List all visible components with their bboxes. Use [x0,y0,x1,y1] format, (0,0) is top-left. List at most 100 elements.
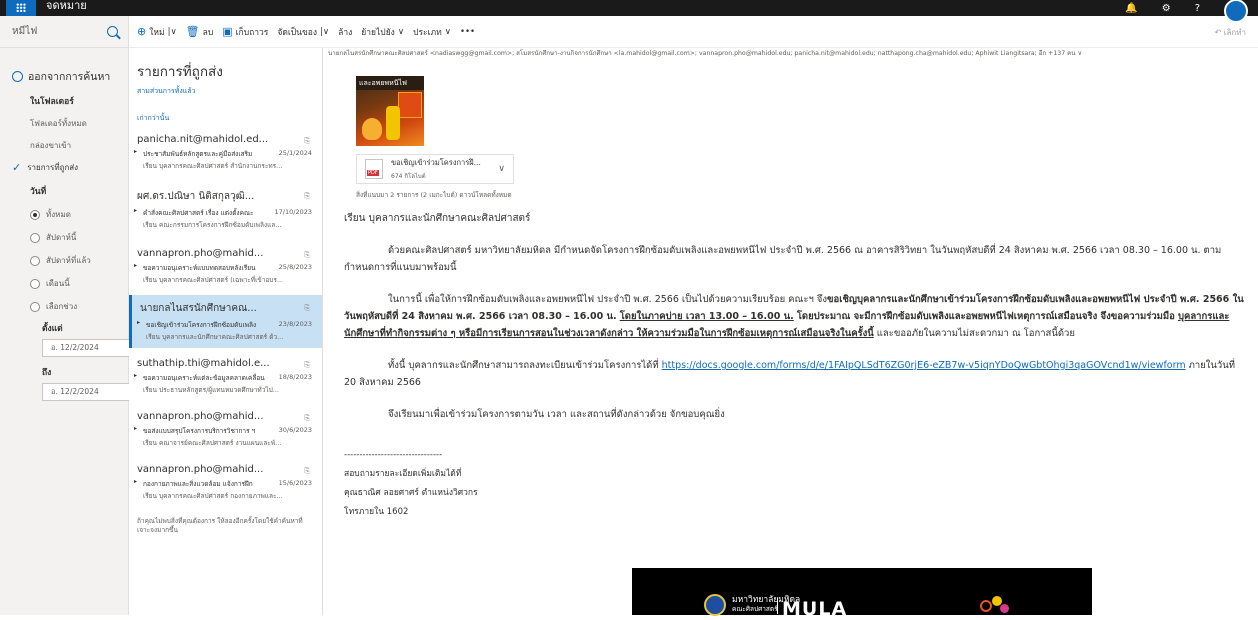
search-hint: ถ้าคุณไม่พบสิ่งที่คุณต้องการ ให้ลองอีกคร… [137,517,303,534]
message-sender: vannapron.pho@mahid... [137,464,264,475]
more-button[interactable]: ••• [460,27,475,37]
new-button[interactable]: ⊕ ใหม่ |∨ [137,25,177,39]
chevron-down-icon[interactable]: |∨ [320,27,329,37]
move-label: ย้ายไปยัง [361,27,395,38]
radio-button[interactable] [30,255,40,266]
message-row[interactable]: suthathip.thi@mahidol.e... ⎘ ขอความอนุเครา… [129,352,322,401]
paragraph-4: จึงเรียนมาเพื่อเข้าร่วมโครงการตามวัน เวล… [388,409,725,420]
message-subject: ขอความอนุเคราะห์แบบทดสอบหลังเรียน [143,264,256,272]
help-icon[interactable]: ? [1195,3,1200,14]
flame-graphic [362,118,382,140]
recipients-line[interactable]: นายกลไนสรนักศึกษาคณะศิลปศาสตร์ <nadiaswg… [328,48,1082,58]
move-to-button[interactable]: ย้ายไปยัง ∨ [361,25,404,39]
poster-header: และอพยพหนีไฟ [356,76,424,90]
message-list: รายการที่ถูกส่ง สามส่วนการทั้งแล้ว เก่าก… [129,48,323,615]
delete-label: ลบ [202,27,214,38]
message-date: 18/8/2023 [278,373,312,381]
archive-button[interactable]: ▣ เก็บถาวร [222,25,268,39]
message-subject-row: คำสั่งคณะศิลปศาสตร์ เรื่อง แต่งตั้งคณะ 17… [134,207,312,218]
paperclip-icon: ⎘ [304,304,310,312]
chevron-down-icon: ∨ [444,26,451,37]
sweep-label: ล้าง [338,27,353,38]
date-option-last-week[interactable]: สัปดาห์ที่แล้ว [30,254,128,267]
search-box[interactable]: หมีไฟ [0,16,128,48]
message-row[interactable]: panicha.nit@mahidol.ed... ⎘ ประชาสัมพันธ์ห… [129,128,322,177]
categories-button[interactable]: ประเภท ∨ [413,25,451,39]
folder-all[interactable]: โฟลเดอร์ทั้งหมด [30,117,128,130]
date-option-label: ทั้งหมด [46,210,71,219]
message-sender: vannapron.pho@mahid... [137,248,264,259]
message-subject-row: ประชาสัมพันธ์หลักสูตรและคู่มือส่งเสริม 25… [134,148,312,159]
message-row[interactable]: นายกลไนสรนักศึกษาคณ... ⎘ ขอเชิญเข้าร่วมโคร… [129,295,322,348]
folder-inbox[interactable]: กล่องขาเข้า [30,139,128,152]
paperclip-icon: ⎘ [304,361,310,369]
message-row[interactable]: vannapron.pho@mahid... ⎘ ขอส่งแบบสรุปโครงก… [129,405,322,454]
registration-link[interactable]: https://docs.google.com/forms/d/e/1FAIpQ… [662,360,1186,371]
date-option-label: สัปดาห์ที่แล้ว [46,256,91,265]
attachment-info[interactable]: สิ่งที่แนบมา 2 รายการ (2 เมกะไบต์) ดาวน์… [356,190,512,200]
chevron-down-icon[interactable]: |∨ [168,27,177,37]
message-sender: vannapron.pho@mahid... [137,411,264,422]
message-subject: คำสั่งคณะศิลปศาสตร์ เรื่อง แต่งตั้งคณะ [143,209,254,217]
undo-button[interactable]: ↶ เลิกทำ [1215,26,1247,39]
message-preview: เรียน บุคลากรคณะศิลปศาสตร์ (เฉพาะที่เข้า… [143,276,284,284]
search-input[interactable]: หมีไฟ [12,24,37,39]
firefighter-graphic [386,106,400,140]
text-run: ในการนี้ เพื่อให้การฝึกซ้อมดับเพลิงและอพ… [388,294,828,305]
underlined-bold-text: โดยในภาคบ่าย เวลา 13.00 – 16.00 น. [619,311,794,322]
message-row[interactable]: ผศ.ดร.ปณิษา นิติสกุลวุฒิ... ⎘ คำสั่งคณะศิล… [129,183,322,236]
bold-text: โดยประมาณ จะมีการฝึกซ้อมดับเพลิงและอพยพห… [796,311,1175,322]
search-filters: ออกจากการค้นหา ในโฟลเดอร์ โฟลเดอร์ทั้งหม… [0,48,132,401]
message-date: 25/8/2023 [278,263,312,271]
message-preview: เรียน ประธานหลักสูตร/ผู้แทนหมวดศึกษาทั่ว… [143,386,279,394]
paperclip-icon: ⎘ [304,251,310,259]
message-preview: เรียน บุคลากรและนักศึกษาคณะศิลปศาสตร์ ด้… [146,333,284,341]
chevron-down-icon[interactable]: ∨ [498,164,505,174]
in-folder-heading: ในโฟลเดอร์ [30,97,74,107]
end-date-field[interactable]: อ. 12/2/2024 [42,383,132,401]
categories-label: ประเภท [413,27,442,38]
undo-label: เลิกทำ [1223,28,1246,37]
message-row[interactable]: vannapron.pho@mahid... ⎘ กองกายภาพและสิ่งแ… [129,458,322,507]
message-subject-row: ขอส่งแบบสรุปโครงการบริการวิชาการ ฯ 30/6/2… [134,425,312,436]
date-option-this-month[interactable]: เดือนนี้ [30,277,128,290]
attachment-card[interactable]: ขอเชิญเข้าร่วมโครงการฝึ... 674 กิโลไบต์ … [356,154,514,184]
date-option-range[interactable]: เลือกช่วง [30,300,128,313]
greeting: เรียน บุคลากรและนักศึกษาคณะศิลปศาสตร์ [344,213,531,224]
radio-button[interactable] [30,209,40,220]
radio-button[interactable] [30,301,40,312]
folder-sent[interactable]: ✓ รายการที่ถูกส่ง [12,161,128,174]
message-sender: panicha.nit@mahidol.ed... [137,134,269,145]
poster-image[interactable]: และอพยพหนีไฟ [356,76,424,146]
categorize-label: จัดเป็นของ [277,27,318,38]
exit-search-button[interactable]: ออกจากการค้นหา [12,68,128,85]
date-option-this-week[interactable]: สัปดาห์นี้ [30,231,128,244]
start-date-label: ตั้งแต่ [42,324,63,334]
attachment-size: 674 กิโลไบต์ [391,173,426,180]
message-date: 30/6/2023 [278,426,312,434]
message-row[interactable]: vannapron.pho@mahid... ⎘ ขอความอนุเคราะห์แ… [129,242,322,291]
radio-button[interactable] [30,232,40,243]
message-date: 23/8/2023 [278,320,312,328]
bell-icon[interactable]: 🔔 [1125,3,1137,14]
message-subject-row: ขอความอนุเคราะห์แต่ละข้อมูลคลาดเคลื่อน 18… [134,372,312,383]
categorize-button[interactable]: จัดเป็นของ |∨ [277,25,329,39]
filter-link[interactable]: สามส่วนการทั้งแล้ว [129,82,322,97]
message-preview: เรียน คณาจารย์คณะศิลปศาสตร์ งานแผนและพั.… [143,439,282,447]
message-subject-row: ขอความอนุเคราะห์แบบทดสอบหลังเรียน 25/8/20… [134,262,312,273]
delete-button[interactable]: 🗑 ลบ [186,25,214,39]
radio-button[interactable] [30,278,40,289]
signature-line-3: โทรภายใน 1602 [344,507,409,517]
message-date: 15/6/2023 [278,479,312,487]
archive-icon: ▣ [222,25,233,38]
sweep-button[interactable]: ล้าง [338,25,352,39]
start-date-field[interactable]: อ. 12/2/2024 [42,339,132,357]
search-icon[interactable] [107,26,118,37]
app-launcher-button[interactable] [6,0,36,16]
paperclip-icon: ⎘ [304,414,310,422]
gear-icon[interactable]: ⚙ [1162,3,1171,14]
text-run: ทั้งนี้ บุคลากรและนักศึกษาสามารถลงทะเบีย… [388,360,662,371]
trash-icon: 🗑 [185,25,200,38]
paragraph-2: ในการนี้ เพื่อให้การฝึกซ้อมดับเพลิงและอพ… [344,291,1244,342]
date-option-all[interactable]: ทั้งหมด [30,208,128,221]
